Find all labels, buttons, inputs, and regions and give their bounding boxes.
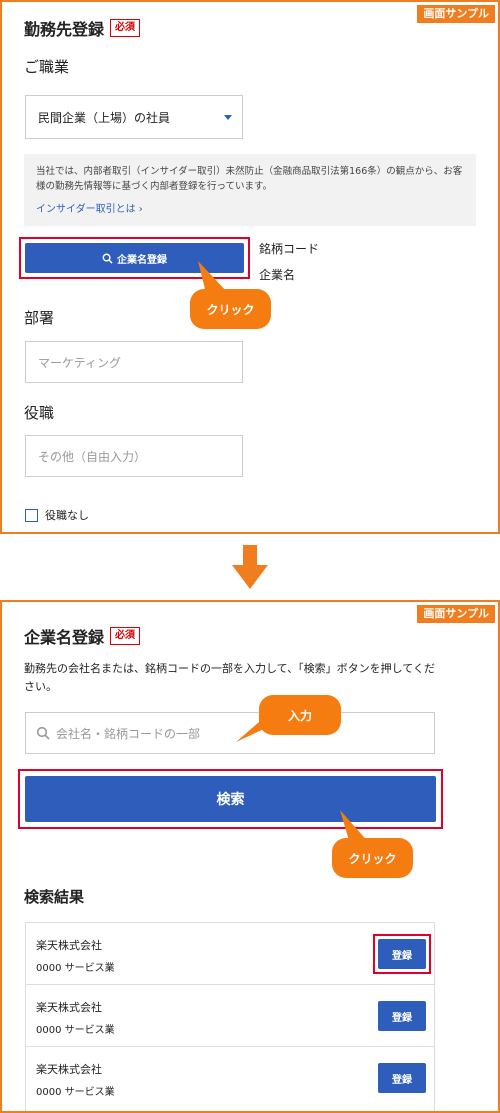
department-label: 部署 bbox=[24, 309, 55, 327]
result-stock-code: 0000 サービス業 bbox=[36, 963, 115, 974]
page-title: 勤務先登録 bbox=[24, 20, 105, 39]
occupation-select-value: 民間企業（上場）の社員 bbox=[38, 110, 171, 125]
occupation-select[interactable]: 民間企業（上場）の社員 bbox=[25, 95, 243, 139]
search-instruction: 勤務先の会社名または、銘柄コードの一部を入力して、「検索」ボタンを押してください… bbox=[24, 662, 435, 693]
department-input[interactable]: マーケティング bbox=[25, 341, 243, 383]
arrow-down-icon bbox=[232, 545, 268, 589]
required-badge: 必須 bbox=[110, 19, 141, 37]
result-row: 楽天株式会社 0000 サービス業 登録 bbox=[26, 1047, 434, 1109]
position-label: 役職 bbox=[24, 404, 55, 422]
position-input[interactable]: その他（自由入力） bbox=[25, 435, 243, 477]
no-position-option[interactable]: 役職なし bbox=[25, 507, 89, 523]
result-row: 楽天株式会社 0000 サービス業 登録 bbox=[26, 923, 434, 985]
result-company-name: 楽天株式会社 bbox=[36, 939, 102, 952]
result-stock-code: 0000 サービス業 bbox=[36, 1087, 115, 1098]
register-button[interactable]: 登録 bbox=[378, 1063, 426, 1093]
no-position-checkbox[interactable] bbox=[25, 508, 38, 522]
stock-code-label: 銘柄コード bbox=[259, 242, 320, 256]
register-button[interactable]: 登録 bbox=[378, 1001, 426, 1031]
result-row: 楽天株式会社 0000 サービス業 登録 bbox=[26, 985, 434, 1047]
register-button[interactable]: 登録 bbox=[378, 939, 426, 969]
search-icon bbox=[102, 253, 113, 264]
result-company-name: 楽天株式会社 bbox=[36, 1063, 102, 1076]
search-icon bbox=[36, 726, 50, 740]
company-register-button-label: 企業名登録 bbox=[117, 254, 167, 266]
chevron-right-icon: › bbox=[138, 204, 143, 215]
click-callout: クリック bbox=[190, 289, 271, 329]
company-search-input[interactable]: 会社名・銘柄コードの一部 bbox=[25, 712, 435, 754]
page-title: 企業名登録 bbox=[24, 628, 105, 647]
sample-screen-tag: 画面サンプル bbox=[417, 5, 495, 23]
click-callout: クリック bbox=[332, 838, 413, 878]
header: 企業名登録 必須 bbox=[24, 624, 141, 648]
insider-trading-link-label: インサイダー取引とは bbox=[36, 204, 136, 215]
result-company-name: 楽天株式会社 bbox=[36, 1001, 102, 1014]
company-name-label: 企業名 bbox=[259, 268, 296, 282]
search-placeholder: 会社名・銘柄コードの一部 bbox=[56, 726, 201, 741]
results-title: 検索結果 bbox=[24, 888, 85, 906]
input-callout: 入力 bbox=[259, 695, 341, 735]
sample-screen-tag: 画面サンプル bbox=[417, 605, 495, 623]
screen-employer-registration: 画面サンプル 勤務先登録 必須 ご職業 民間企業（上場）の社員 当社では、内部者… bbox=[0, 0, 500, 534]
insider-trading-link[interactable]: インサイダー取引とは › bbox=[36, 202, 464, 217]
search-results-list: 楽天株式会社 0000 サービス業 登録 楽天株式会社 0000 サービス業 登… bbox=[25, 922, 435, 1111]
insider-notice: 当社では、内部者取引（インサイダー取引）未然防止（金融商品取引法第166条）の観… bbox=[24, 154, 476, 226]
no-position-label: 役職なし bbox=[45, 509, 89, 522]
occupation-label: ご職業 bbox=[24, 58, 70, 76]
caret-down-icon bbox=[224, 115, 232, 120]
result-stock-code: 0000 サービス業 bbox=[36, 1025, 115, 1036]
screen-company-search: 画面サンプル 企業名登録 必須 勤務先の会社名または、銘柄コードの一部を入力して… bbox=[0, 600, 500, 1113]
required-badge: 必須 bbox=[110, 627, 141, 645]
notice-text: 当社では、内部者取引（インサイダー取引）未然防止（金融商品取引法第166条）の観… bbox=[36, 166, 463, 192]
header: 勤務先登録 必須 bbox=[24, 16, 141, 40]
